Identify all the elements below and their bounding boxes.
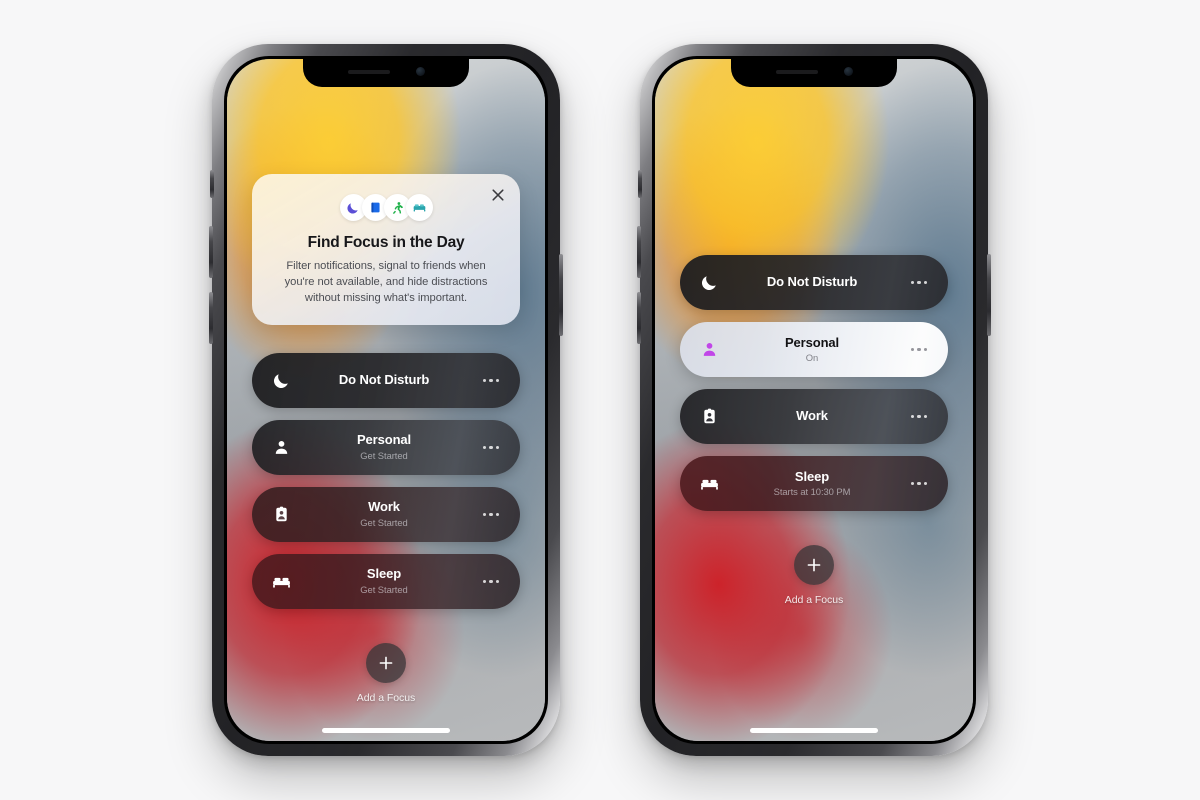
focus-card-subtitle: Get Started	[360, 583, 408, 595]
volume-up-button[interactable]	[209, 226, 213, 278]
focus-card-title: Work	[368, 499, 400, 515]
phone-bezel-right: Do Not Disturb Personal On Work Sleep St…	[652, 56, 976, 744]
phone-bezel-left: Find Focus in the Day Filter notificatio…	[224, 56, 548, 744]
more-options-icon[interactable]	[478, 579, 504, 583]
focus-card-subtitle: Starts at 10:30 PM	[773, 486, 851, 498]
plus-icon	[366, 642, 406, 683]
add-focus-button[interactable]: Add a Focus	[356, 642, 416, 704]
add-focus-label: Add a Focus	[784, 594, 844, 606]
focus-card-subtitle: Get Started	[360, 449, 408, 461]
focus-card-title: Work	[796, 408, 828, 424]
promo-body: Filter notifications, signal to friends …	[284, 260, 488, 304]
volume-up-button[interactable]	[637, 226, 641, 278]
focus-card-personal-active[interactable]: Personal On	[680, 322, 948, 377]
focus-card-subtitle: On	[805, 352, 819, 364]
notch-right	[731, 59, 897, 87]
earpiece-speaker-icon	[347, 69, 390, 74]
power-button[interactable]	[987, 254, 991, 336]
focus-card-labels: Personal On	[718, 335, 906, 364]
focus-screen-right: Do Not Disturb Personal On Work Sleep St…	[655, 59, 973, 741]
focus-card-title: Personal	[356, 432, 412, 448]
more-options-icon[interactable]	[906, 347, 932, 352]
more-options-icon[interactable]	[906, 414, 932, 419]
promo-title: Find Focus in the Day	[307, 234, 465, 251]
phone-device-right: Do Not Disturb Personal On Work Sleep St…	[637, 44, 991, 756]
focus-card-do-not-disturb[interactable]: Do Not Disturb	[680, 255, 948, 310]
focus-card-work[interactable]: Work	[680, 389, 948, 444]
focus-card-sleep[interactable]: Sleep Get Started	[252, 553, 520, 609]
focus-card-title: Personal	[784, 334, 840, 350]
front-camera-icon	[415, 67, 425, 76]
promo-icon-cluster	[270, 194, 502, 221]
more-options-icon[interactable]	[478, 378, 504, 382]
phone-screen-left: Find Focus in the Day Filter notificatio…	[227, 59, 545, 741]
focus-card-personal[interactable]: Personal Get Started	[252, 419, 520, 475]
front-camera-icon	[843, 67, 853, 76]
more-options-icon[interactable]	[478, 512, 504, 516]
phone-comparison-stage: Find Focus in the Day Filter notificatio…	[0, 0, 1200, 800]
home-indicator[interactable]	[750, 728, 878, 733]
volume-down-button[interactable]	[637, 292, 641, 344]
focus-card-labels: Do Not Disturb	[290, 372, 478, 388]
plus-icon	[794, 545, 834, 585]
focus-list-left: Do Not Disturb Personal Get Started Work…	[252, 352, 520, 609]
focus-card-labels: Sleep Get Started	[290, 566, 478, 595]
focus-promo-card: Find Focus in the Day Filter notificatio…	[252, 174, 520, 325]
close-icon[interactable]	[488, 185, 508, 205]
add-focus-button[interactable]: Add a Focus	[785, 545, 843, 606]
focus-card-labels: Work	[718, 408, 906, 424]
mute-switch[interactable]	[638, 170, 642, 198]
phone-screen-right: Do Not Disturb Personal On Work Sleep St…	[655, 59, 973, 741]
home-indicator[interactable]	[322, 728, 450, 733]
focus-list-right: Do Not Disturb Personal On Work Sleep St…	[680, 255, 948, 511]
focus-card-title: Sleep	[366, 566, 402, 582]
more-options-icon[interactable]	[906, 481, 932, 486]
focus-card-labels: Sleep Starts at 10:30 PM	[718, 469, 906, 498]
focus-screen-left: Find Focus in the Day Filter notificatio…	[227, 59, 545, 741]
focus-card-title: Do Not Disturb	[338, 372, 430, 388]
focus-card-title: Sleep	[794, 468, 830, 484]
focus-card-subtitle: Get Started	[360, 516, 408, 528]
bed-icon	[405, 194, 433, 221]
focus-card-do-not-disturb[interactable]: Do Not Disturb	[252, 352, 520, 408]
focus-card-labels: Personal Get Started	[290, 432, 478, 461]
focus-card-sleep[interactable]: Sleep Starts at 10:30 PM	[680, 456, 948, 511]
mute-switch[interactable]	[210, 170, 214, 198]
focus-card-title: Do Not Disturb	[766, 274, 858, 290]
focus-card-labels: Work Get Started	[290, 499, 478, 528]
focus-card-work[interactable]: Work Get Started	[252, 486, 520, 542]
power-button[interactable]	[559, 254, 563, 336]
phone-device-left: Find Focus in the Day Filter notificatio…	[209, 44, 563, 756]
more-options-icon[interactable]	[906, 280, 932, 285]
more-options-icon[interactable]	[478, 445, 504, 449]
notch-left	[303, 59, 469, 87]
earpiece-speaker-icon	[775, 69, 818, 74]
volume-down-button[interactable]	[209, 292, 213, 344]
add-focus-label: Add a Focus	[356, 691, 416, 704]
focus-card-labels: Do Not Disturb	[718, 274, 906, 290]
